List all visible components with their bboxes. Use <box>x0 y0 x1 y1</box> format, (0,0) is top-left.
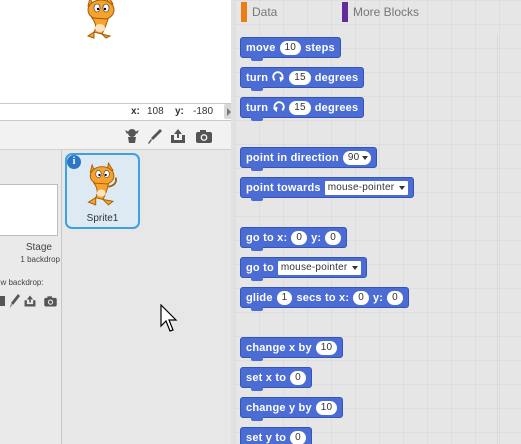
category-more-blocks[interactable]: More Blocks <box>342 2 420 22</box>
sprite-library-icon[interactable] <box>123 127 141 145</box>
block-label: change x by <box>246 341 312 354</box>
target-dropdown[interactable]: mouse-pointer <box>324 180 409 195</box>
go-to-target-value: mouse-pointer <box>280 261 348 273</box>
steps-input[interactable]: 10 <box>279 40 302 55</box>
block-move-steps[interactable]: move 10 steps <box>240 37 341 61</box>
x-coordinate-value: 108 <box>147 106 164 117</box>
backdrop-camera-icon[interactable] <box>43 294 58 308</box>
block-label: secs to x: <box>296 291 350 304</box>
degrees-input[interactable]: 15 <box>289 70 311 85</box>
dropdown-arrow-icon <box>352 265 359 270</box>
paint-backdrop-icon[interactable] <box>10 294 20 308</box>
block-label: glide <box>246 291 273 304</box>
direction-dropdown[interactable]: 90 <box>342 150 372 165</box>
direction-value: 90 <box>347 151 360 163</box>
more-blocks-color-swatch <box>342 2 348 22</box>
go-to-target-dropdown[interactable]: mouse-pointer <box>277 260 362 275</box>
sprite-cat-thumbnail <box>87 161 117 206</box>
block-turn-right[interactable]: turn 15 degrees <box>240 67 365 91</box>
block-label: point towards <box>246 181 321 194</box>
block-label: move <box>246 41 276 54</box>
category-header: Data More Blocks <box>235 0 435 24</box>
category-data-label: Data <box>252 5 278 19</box>
y-input[interactable]: 0 <box>325 230 342 245</box>
degrees-input[interactable]: 15 <box>289 100 311 115</box>
block-turn-left[interactable]: turn 15 degrees <box>240 97 365 121</box>
block-point-towards[interactable]: point towards mouse-pointer <box>240 177 415 201</box>
info-icon[interactable]: i <box>67 155 81 169</box>
sprite-toolbar <box>0 121 231 150</box>
y-coordinate-value: -180 <box>193 106 214 117</box>
block-label: change y by <box>246 401 312 414</box>
y-input[interactable]: 0 <box>387 290 403 305</box>
dropdown-arrow-icon <box>362 155 369 160</box>
sprite-pane: Stage 1 backdrop ew backdrop: i Sprite1 <box>0 120 231 444</box>
stage-label: Stage <box>25 242 52 253</box>
backdrop-count: 1 backdrop <box>20 255 60 264</box>
block-label: degrees <box>314 71 359 84</box>
paint-brush-icon[interactable] <box>146 127 164 145</box>
block-label: go to <box>246 261 274 274</box>
change-x-input[interactable]: 10 <box>315 340 338 355</box>
block-label: set x to <box>246 371 287 384</box>
backdrop-library-icon[interactable] <box>0 294 6 308</box>
block-go-to-xy[interactable]: go to x: 0 y: 0 <box>240 227 348 251</box>
block-point-in-direction[interactable]: point in direction 90 <box>240 147 378 171</box>
dropdown-arrow-icon <box>399 185 406 190</box>
stage-status-bar: x: 108 y: -180 <box>0 103 231 120</box>
rotate-counterclockwise-icon <box>273 101 285 113</box>
palette-scrollbar[interactable] <box>497 34 498 444</box>
y-coordinate-label: y: <box>175 106 184 117</box>
x-coordinate-label: x: <box>131 106 140 117</box>
block-glide[interactable]: glide 1 secs to x: 0 y: 0 <box>240 287 409 311</box>
change-y-input[interactable]: 10 <box>315 400 338 415</box>
block-label: go to x: <box>246 231 288 244</box>
block-label: turn <box>246 101 269 114</box>
upload-backdrop-icon[interactable] <box>23 294 37 308</box>
block-label: y: <box>311 231 322 244</box>
block-set-x[interactable]: set x to 0 <box>240 367 312 391</box>
target-value: mouse-pointer <box>327 181 395 193</box>
block-label: steps <box>305 41 335 54</box>
set-y-input[interactable]: 0 <box>290 430 306 444</box>
stage-thumbnail[interactable] <box>0 184 58 236</box>
x-input[interactable]: 0 <box>291 230 308 245</box>
data-color-swatch <box>241 2 247 22</box>
x-input[interactable]: 0 <box>353 290 369 305</box>
seconds-input[interactable]: 1 <box>276 290 293 305</box>
set-x-input[interactable]: 0 <box>290 370 306 385</box>
sprite-thumbnail-selected[interactable]: i Sprite1 <box>65 153 140 229</box>
block-change-x[interactable]: change x by 10 <box>240 337 344 361</box>
upload-sprite-icon[interactable] <box>169 127 187 145</box>
block-set-y[interactable]: set y to 0 <box>240 427 312 444</box>
mouse-cursor-icon <box>160 304 178 332</box>
block-go-to[interactable]: go to mouse-pointer <box>240 257 368 281</box>
stage-column: Stage 1 backdrop ew backdrop: <box>0 150 62 444</box>
new-backdrop-label: ew backdrop: <box>0 278 44 287</box>
category-data[interactable]: Data <box>241 2 278 22</box>
block-label: y: <box>372 291 384 304</box>
block-palette: Data More Blocks move 10 steps turn 15 d… <box>235 0 521 444</box>
block-label: point in direction <box>246 151 339 164</box>
block-label: turn <box>246 71 269 84</box>
block-change-y[interactable]: change y by 10 <box>240 397 344 421</box>
camera-icon[interactable] <box>195 127 213 145</box>
sprite-cat-on-stage[interactable] <box>80 0 124 40</box>
block-label: set y to <box>246 431 287 444</box>
rotate-clockwise-icon <box>272 71 285 83</box>
block-label: degrees <box>314 101 359 114</box>
category-more-blocks-label: More Blocks <box>353 5 420 19</box>
stage-canvas[interactable] <box>0 0 231 103</box>
sprite-name: Sprite1 <box>86 213 119 224</box>
